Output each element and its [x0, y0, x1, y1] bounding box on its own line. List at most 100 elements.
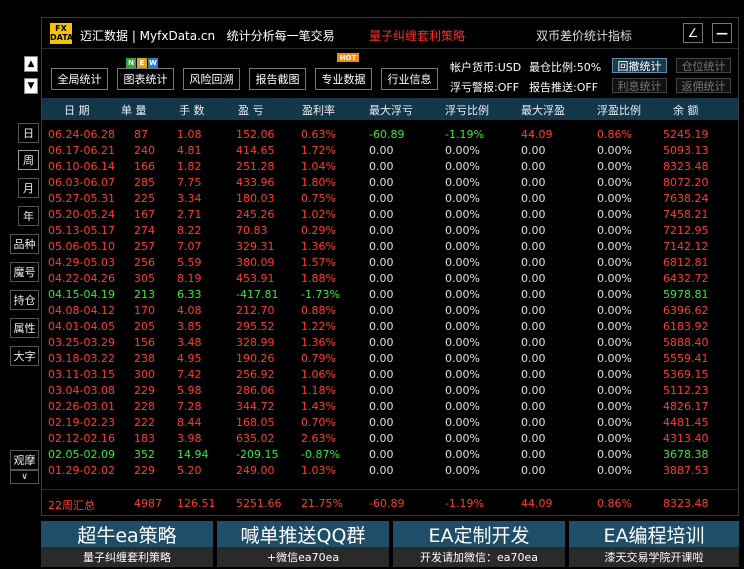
menu-positions[interactable]: 持仓	[10, 290, 39, 310]
table-row: 02.12-02.16 183 3.98 635.02 2.63% 0.00 0.00% 0.…	[42, 431, 738, 447]
row-profit: 245.26	[236, 208, 275, 221]
row-lots: 1.82	[177, 160, 202, 173]
row-orders: 167	[134, 208, 155, 221]
position-stats-button[interactable]: 仓位统计	[676, 58, 731, 73]
row-profit: 414.65	[236, 144, 275, 157]
row-profit: 256.92	[236, 368, 275, 381]
period-year[interactable]: 年	[18, 206, 39, 226]
menu-large-font[interactable]: 大字	[10, 346, 39, 366]
row-float-profit-ratio: 0.00%	[597, 320, 632, 333]
row-lots: 3.85	[177, 320, 202, 333]
row-max-drawdown: 0.00	[369, 320, 394, 333]
report-screenshot-button[interactable]: 报告截图	[249, 68, 306, 90]
toolbar: N E W HOT 全局统计 图表统计 风险回溯 报告截图 专业数据 行业信息 …	[42, 50, 738, 96]
row-float-profit-ratio: 0.00%	[597, 240, 632, 253]
summary-max-drawdown: -60.89	[369, 497, 405, 510]
row-float-profit-ratio: 0.00%	[597, 304, 632, 317]
row-date: 03.11-03.15	[48, 368, 115, 381]
row-balance: 5888.40	[663, 336, 709, 349]
row-lots: 3.34	[177, 192, 202, 205]
new-badge-n: N	[126, 58, 136, 68]
menu-magic[interactable]: 魔号	[10, 262, 39, 282]
menu-symbol[interactable]: 品种	[10, 234, 39, 254]
row-date: 05.27-05.31	[48, 192, 115, 205]
table-row: 02.19-02.23 222 8.44 168.05 0.70% 0.00 0.00% 0.…	[42, 415, 738, 431]
row-balance: 6812.81	[663, 256, 709, 269]
row-max-drawdown: 0.00	[369, 256, 394, 269]
row-orders: 225	[134, 192, 155, 205]
minimize-button[interactable]: —	[712, 23, 732, 43]
row-max-float-profit: 0.00	[521, 400, 546, 413]
col-orders: 单 量	[121, 104, 147, 117]
col-max-drawdown: 最大浮亏	[369, 104, 413, 117]
row-max-float-profit: 0.00	[521, 432, 546, 445]
row-max-float-profit: 0.00	[521, 208, 546, 221]
ad-ea-custom[interactable]: EA定制开发 开发请加微信：ea70ea	[393, 521, 565, 567]
row-float-profit-ratio: 0.00%	[597, 160, 632, 173]
row-float-profit-ratio: 0.00%	[597, 256, 632, 269]
scroll-down-button[interactable]: ▼	[24, 78, 38, 94]
row-profit: 212.70	[236, 304, 275, 317]
row-orders: 285	[134, 176, 155, 189]
ad-ea-training[interactable]: EA编程培训 漆天交易学院开课啦	[569, 521, 739, 567]
row-rate: 0.79%	[301, 352, 336, 365]
global-stats-button[interactable]: 全局统计	[51, 68, 108, 90]
expand-chevron-icon[interactable]: ∨	[10, 470, 39, 484]
table-row: 03.11-03.15 300 7.42 256.92 1.06% 0.00 0.00% 0.…	[42, 367, 738, 383]
table-row: 05.06-05.10 257 7.07 329.31 1.36% 0.00 0.00% 0.…	[42, 239, 738, 255]
table-row: 06.03-06.07 285 7.75 433.96 1.80% 0.00 0.00% 0.…	[42, 175, 738, 191]
rebate-stats-button[interactable]: 返佣统计	[676, 78, 731, 93]
row-date: 03.04-03.08	[48, 384, 115, 397]
scroll-up-button[interactable]: ▲	[24, 56, 38, 72]
row-drawdown-ratio: 0.00%	[445, 288, 480, 301]
row-drawdown-ratio: 0.00%	[445, 464, 480, 477]
industry-info-button[interactable]: 行业信息	[381, 68, 438, 90]
row-date: 03.25-03.29	[48, 336, 115, 349]
row-drawdown-ratio: 0.00%	[445, 176, 480, 189]
row-float-profit-ratio: 0.00%	[597, 144, 632, 157]
row-date: 04.15-04.19	[48, 288, 115, 301]
row-max-float-profit: 44.09	[521, 128, 553, 141]
row-orders: 166	[134, 160, 155, 173]
row-lots: 4.08	[177, 304, 202, 317]
row-rate: 1.43%	[301, 400, 336, 413]
row-max-drawdown: 0.00	[369, 224, 394, 237]
period-week[interactable]: 周	[18, 150, 39, 170]
risk-backtrack-button[interactable]: 风险回溯	[183, 68, 240, 90]
row-orders: 205	[134, 320, 155, 333]
row-balance: 4481.45	[663, 416, 709, 429]
row-drawdown-ratio: -1.19%	[445, 128, 484, 141]
row-float-profit-ratio: 0.00%	[597, 368, 632, 381]
row-lots: 7.07	[177, 240, 202, 253]
summary-float-profit-ratio: 0.86%	[597, 497, 632, 510]
interest-stats-button[interactable]: 利息统计	[612, 78, 667, 93]
menu-attributes[interactable]: 属性	[10, 318, 39, 338]
table-row: 06.17-06.21 240 4.81 414.65 1.72% 0.00 0.00% 0.…	[42, 143, 738, 159]
brand-name: 迈汇数据 | MyfxData.cn	[80, 29, 216, 43]
row-max-drawdown: 0.00	[369, 384, 394, 397]
row-profit: 380.09	[236, 256, 275, 269]
row-drawdown-ratio: 0.00%	[445, 224, 480, 237]
account-currency: 帐户货币:USD	[450, 61, 522, 74]
ad-qq-group[interactable]: 喊单推送QQ群 +微信ea70ea	[217, 521, 389, 567]
chart-stats-button[interactable]: 图表统计	[117, 68, 174, 90]
report-push: 报告推送:OFF	[529, 81, 599, 94]
ad-title: 超牛ea策略	[41, 521, 213, 547]
row-rate: 0.29%	[301, 224, 336, 237]
row-balance: 6396.62	[663, 304, 709, 317]
row-max-float-profit: 0.00	[521, 192, 546, 205]
row-profit: 453.91	[236, 272, 275, 285]
edit-icon[interactable]: ∠	[683, 23, 703, 43]
row-rate: 1.06%	[301, 368, 336, 381]
period-day[interactable]: 日	[18, 123, 39, 143]
row-rate: 1.72%	[301, 144, 336, 157]
pro-data-button[interactable]: 专业数据	[315, 68, 372, 90]
row-drawdown-ratio: 0.00%	[445, 208, 480, 221]
period-month[interactable]: 月	[18, 178, 39, 198]
ad-subtitle: 开发请加微信：ea70ea	[393, 547, 565, 567]
ad-ea-strategy[interactable]: 超牛ea策略 量子纠缠套利策略	[41, 521, 213, 567]
menu-observe[interactable]: 观摩	[10, 450, 39, 470]
drawdown-stats-button[interactable]: 回撤统计	[612, 58, 667, 73]
row-max-drawdown: 0.00	[369, 208, 394, 221]
row-max-drawdown: 0.00	[369, 368, 394, 381]
